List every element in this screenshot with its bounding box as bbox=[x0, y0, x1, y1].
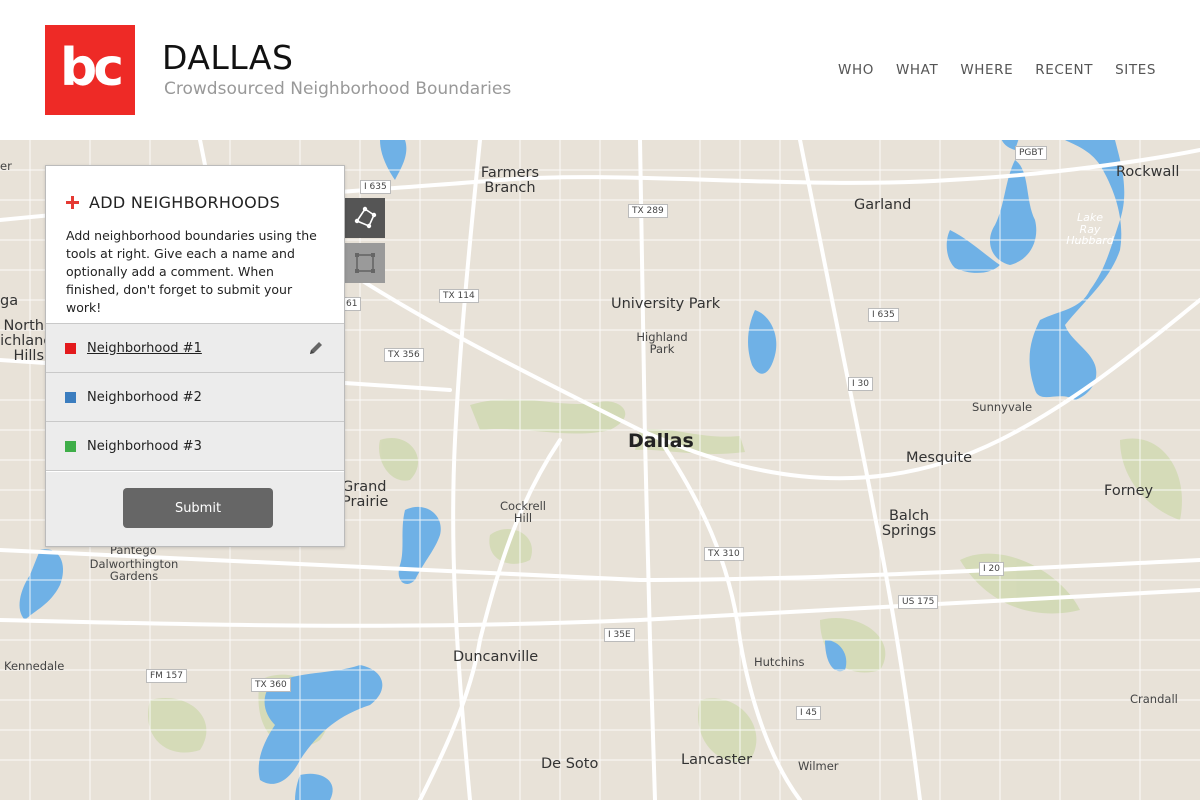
shield-i45: I 45 bbox=[796, 706, 821, 720]
place-forney: Forney bbox=[1104, 483, 1154, 499]
place-highland-park: Highland Park bbox=[636, 330, 688, 357]
draw-polygon-tool[interactable] bbox=[345, 198, 385, 238]
nav-where[interactable]: WHERE bbox=[960, 62, 1013, 78]
place-mesquite: Mesquite bbox=[906, 450, 973, 466]
neighborhood-row-1[interactable]: Neighborhood #1 bbox=[46, 323, 344, 372]
neighborhood-label[interactable]: Neighborhood #1 bbox=[87, 341, 202, 356]
neighborhood-list: Neighborhood #1 Neighborhood #2 Neighbor… bbox=[46, 323, 344, 471]
neighborhood-color-swatch bbox=[65, 391, 76, 403]
shield-tx310: TX 310 bbox=[704, 547, 744, 561]
submit-button[interactable]: Submit bbox=[123, 488, 273, 528]
shield-tx360: TX 360 bbox=[251, 678, 291, 692]
place-crandall: Crandall bbox=[1130, 692, 1178, 706]
place-grand-prairie: Grand Prairie bbox=[342, 479, 389, 511]
panel-description: Add neighborhood boundaries using the to… bbox=[66, 228, 317, 315]
shield-tx289: TX 289 bbox=[628, 204, 668, 218]
neighborhood-row-2[interactable]: Neighborhood #2 bbox=[46, 372, 344, 421]
plus-icon bbox=[66, 196, 79, 209]
shield-i35e: I 35E bbox=[604, 628, 635, 642]
shield-tx114: TX 114 bbox=[439, 289, 479, 303]
panel-header: ADD NEIGHBORHOODS bbox=[66, 193, 280, 212]
add-neighborhoods-panel: ADD NEIGHBORHOODS Add neighborhood bound… bbox=[45, 165, 345, 547]
place-lake-ray-hubbard: Lake Ray Hubbard bbox=[1066, 211, 1114, 248]
place-duncanville: Duncanville bbox=[453, 649, 539, 665]
shield-fm157: FM 157 bbox=[146, 669, 187, 683]
neighborhood-label[interactable]: Neighborhood #3 bbox=[87, 439, 202, 454]
nav-recent[interactable]: RECENT bbox=[1035, 62, 1093, 78]
place-rockwall: Rockwall bbox=[1116, 164, 1180, 180]
shield-pgbt: PGBT bbox=[1015, 146, 1048, 160]
logo-text: bc bbox=[59, 38, 124, 98]
place-dallas: Dallas bbox=[628, 430, 694, 452]
main-nav: WHO WHAT WHERE RECENT SITES bbox=[816, 62, 1156, 78]
place-farmers-branch: Farmers Branch bbox=[480, 165, 540, 197]
place-balch-springs: Balch Springs bbox=[881, 508, 937, 540]
nav-what[interactable]: WHAT bbox=[896, 62, 938, 78]
shield-tx356: TX 356 bbox=[384, 348, 424, 362]
panel-title: ADD NEIGHBORHOODS bbox=[89, 193, 281, 212]
logo[interactable]: bc bbox=[45, 25, 135, 115]
shield-i635-e: I 635 bbox=[868, 308, 899, 322]
polygon-icon bbox=[354, 206, 377, 229]
neighborhood-row-3[interactable]: Neighborhood #3 bbox=[46, 421, 344, 471]
neighborhood-color-swatch bbox=[65, 342, 76, 354]
draw-rectangle-tool[interactable] bbox=[345, 243, 385, 283]
shield-i635-nw: I 635 bbox=[360, 180, 391, 194]
neighborhood-color-swatch bbox=[65, 440, 76, 452]
site-title: DALLAS bbox=[162, 38, 294, 77]
shield-i30: I 30 bbox=[848, 377, 873, 391]
nav-sites[interactable]: SITES bbox=[1115, 62, 1156, 78]
place-lancaster: Lancaster bbox=[681, 752, 753, 768]
shield-i20: I 20 bbox=[979, 562, 1004, 576]
submit-area: Submit bbox=[46, 472, 344, 546]
place-partial-left-mid: ga bbox=[0, 293, 19, 309]
place-dalworthington-gardens: Dalworthington Gardens bbox=[89, 557, 179, 584]
place-sunnyvale: Sunnyvale bbox=[972, 400, 1033, 414]
place-cockrell-hill: Cockrell Hill bbox=[500, 499, 546, 526]
site-subtitle: Crowdsourced Neighborhood Boundaries bbox=[164, 79, 512, 99]
place-university-park: University Park bbox=[611, 296, 721, 312]
nav-who[interactable]: WHO bbox=[838, 62, 874, 78]
site-header: bc DALLAS Crowdsourced Neighborhood Boun… bbox=[0, 0, 1200, 140]
shield-us175: US 175 bbox=[898, 595, 939, 609]
rectangle-icon bbox=[355, 253, 375, 273]
place-kennedale: Kennedale bbox=[4, 659, 65, 673]
place-partial-left-top: er bbox=[0, 159, 12, 173]
place-de-soto: De Soto bbox=[541, 756, 599, 772]
place-hutchins: Hutchins bbox=[754, 655, 805, 669]
place-north-richland-hills: North Richland Hills bbox=[0, 318, 53, 365]
pencil-icon[interactable] bbox=[308, 340, 324, 356]
place-wilmer: Wilmer bbox=[798, 759, 839, 773]
neighborhood-label[interactable]: Neighborhood #2 bbox=[87, 390, 202, 405]
shield-partial-161: 61 bbox=[343, 297, 362, 311]
place-garland: Garland bbox=[854, 197, 912, 213]
